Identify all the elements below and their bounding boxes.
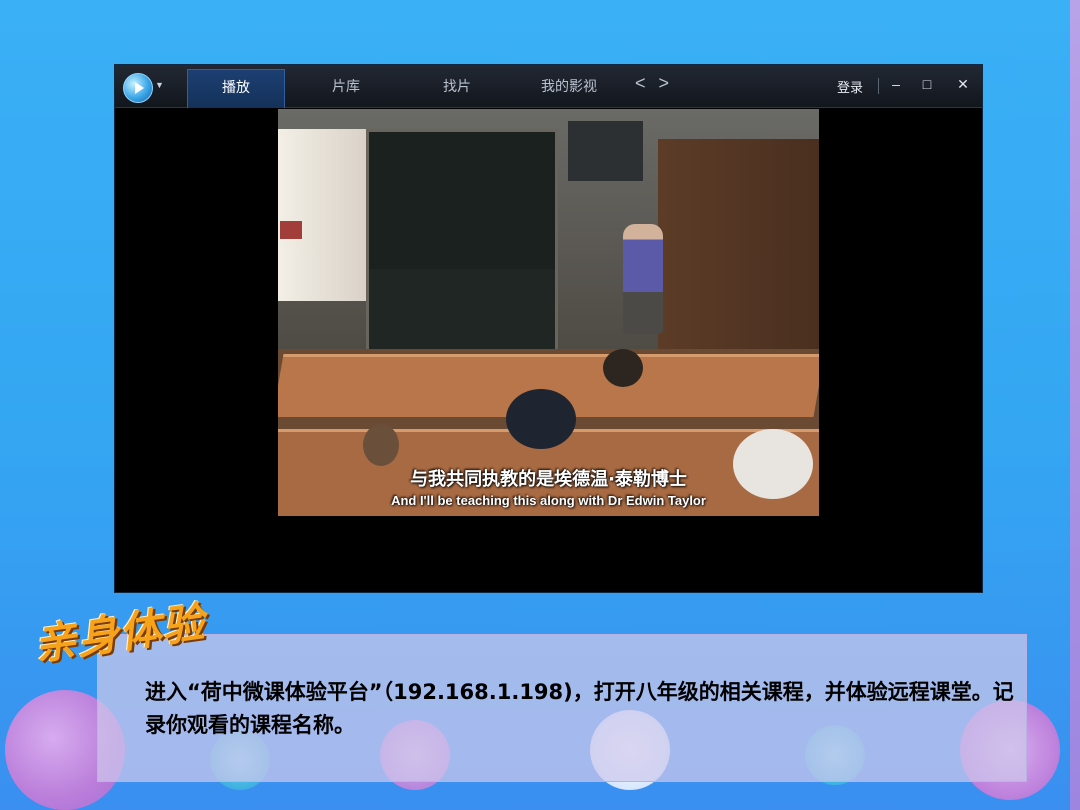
blackboard xyxy=(366,129,558,275)
player-logo-icon[interactable] xyxy=(123,73,153,103)
subtitle-english: And I'll be teaching this along with Dr … xyxy=(391,493,706,508)
projector-screen xyxy=(278,129,366,301)
player-titlebar: ▼ 播放 片库 找片 我的影视 < > 登录 – □ ✕ xyxy=(115,65,982,108)
video-frame[interactable]: 与我共同执教的是埃德温·泰勒博士 And I'll be teaching th… xyxy=(278,109,819,516)
tab-play[interactable]: 播放 xyxy=(187,69,285,108)
titlebar-separator xyxy=(878,78,879,94)
minimize-icon[interactable]: – xyxy=(885,73,907,95)
instruction-text: 进入“荷中微课体验平台”（192.168.1.198)，打开八年级的相关课程，并… xyxy=(145,680,1014,737)
login-button[interactable]: 登录 xyxy=(837,77,863,96)
tab-find[interactable]: 找片 xyxy=(409,69,505,107)
tab-my-videos[interactable]: 我的影视 xyxy=(521,69,617,107)
slide-right-border xyxy=(1070,0,1080,810)
student-figure xyxy=(603,349,643,387)
close-icon[interactable]: ✕ xyxy=(952,73,974,95)
tab-library[interactable]: 片库 xyxy=(298,69,394,107)
subtitle-chinese: 与我共同执教的是埃德温·泰勒博士 xyxy=(410,469,687,490)
lecturer-figure xyxy=(623,224,663,334)
blackboard-lower xyxy=(366,269,558,349)
student-figure xyxy=(506,389,576,449)
maximize-icon[interactable]: □ xyxy=(916,73,938,95)
nav-arrows[interactable]: < > xyxy=(635,73,673,94)
classroom-window xyxy=(568,121,643,181)
video-player-window: ▼ 播放 片库 找片 我的影视 < > 登录 – □ ✕ 与我共同执教的是埃德温… xyxy=(115,65,982,592)
video-subtitles: 与我共同执教的是埃德温·泰勒博士 And I'll be teaching th… xyxy=(278,465,819,508)
student-figure xyxy=(363,424,399,466)
menu-caret-icon[interactable]: ▼ xyxy=(155,80,164,90)
wood-panel-wall xyxy=(658,139,819,349)
